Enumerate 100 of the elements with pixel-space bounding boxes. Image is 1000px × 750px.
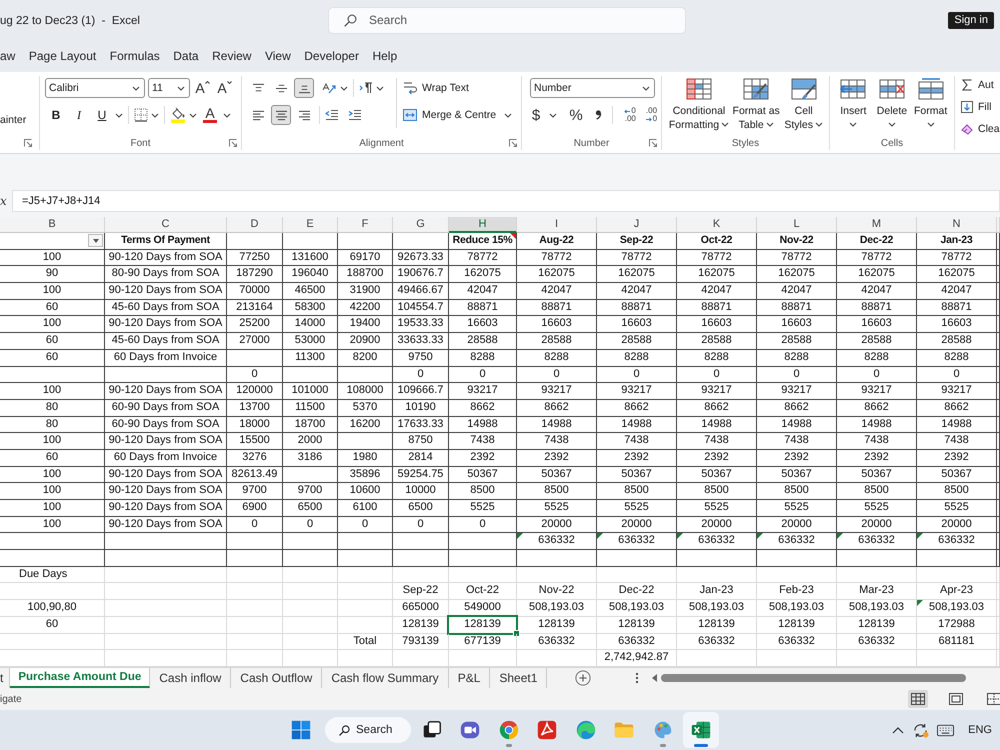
dialog-launcher-icon[interactable] <box>229 139 237 147</box>
autosum-button[interactable]: Aut <box>961 76 1000 94</box>
percent-button[interactable]: % <box>566 105 586 125</box>
filter-button[interactable] <box>88 234 103 247</box>
font-name-dropdown[interactable]: Calibri <box>45 78 145 98</box>
dialog-launcher-icon[interactable] <box>509 139 517 147</box>
borders-icon[interactable] <box>134 108 148 122</box>
menu-tab[interactable]: aw <box>0 49 16 63</box>
sync-icon[interactable] <box>912 722 930 738</box>
column-header[interactable]: J <box>597 217 677 233</box>
group-label: Cells <box>880 138 904 149</box>
chevron-down-icon[interactable] <box>549 112 557 118</box>
table-cell: 100 <box>0 433 105 450</box>
horizontal-scrollbar[interactable] <box>661 674 966 682</box>
search-field[interactable]: Search <box>328 6 686 34</box>
scroll-left-arrow-icon[interactable] <box>652 674 658 682</box>
chevron-down-icon[interactable] <box>151 112 159 118</box>
keyboard-icon[interactable] <box>937 722 954 738</box>
table-cell <box>227 600 283 617</box>
column-header[interactable]: K <box>677 217 757 233</box>
text-direction-icon[interactable] <box>359 81 373 95</box>
page-break-icon <box>987 693 1000 705</box>
chevron-down-icon[interactable] <box>340 86 348 90</box>
chevron-down-icon[interactable] <box>376 86 384 90</box>
column-header[interactable]: F <box>338 217 393 233</box>
chevron-down-icon[interactable] <box>223 112 231 118</box>
fill-handle-icon[interactable] <box>513 630 520 636</box>
menu-tab[interactable]: Formulas <box>110 49 160 63</box>
insert-button[interactable]: Insert <box>834 78 872 126</box>
decrease-font-size-button[interactable]: A <box>215 78 234 98</box>
decrease-indent-icon[interactable] <box>325 108 339 122</box>
currency-button[interactable]: $ <box>526 105 546 125</box>
column-header[interactable]: H <box>449 217 517 233</box>
table-cell: 78772 <box>837 250 917 266</box>
format-button[interactable]: Format <box>912 78 950 126</box>
cell-styles-button[interactable]: Cell Styles <box>782 78 825 132</box>
font-size-dropdown[interactable]: 11 <box>148 78 190 98</box>
column-header[interactable]: N <box>917 217 997 233</box>
merge-and-centre-button[interactable]: Merge & Centre <box>403 105 496 125</box>
menu-tab[interactable]: View <box>264 49 291 63</box>
underline-button[interactable]: U <box>92 105 112 125</box>
column-header[interactable]: E <box>283 217 338 233</box>
format-as-table-button[interactable]: Format as Table <box>732 78 780 132</box>
delete-button[interactable]: Delete <box>872 78 911 126</box>
number-format-dropdown[interactable]: Number <box>530 78 655 98</box>
spreadsheet-icon <box>690 719 712 741</box>
table-cell: 8500 <box>837 483 917 500</box>
increase-decimal-button[interactable]: 0 .00 <box>620 107 636 123</box>
table-cell: 17633.33 <box>393 416 449 434</box>
comma-style-icon[interactable] <box>595 109 602 121</box>
taskbar-search-button[interactable]: Search <box>325 717 411 743</box>
page-layout-view-button[interactable] <box>946 690 966 708</box>
language-indicator[interactable]: ENG <box>968 724 992 736</box>
table-cell: 58300 <box>283 300 338 316</box>
align-bottom-button[interactable] <box>294 78 314 98</box>
table-cell: 0 <box>517 366 597 384</box>
column-header[interactable]: D <box>227 217 283 233</box>
table-cell: 78772 <box>917 250 997 266</box>
fill-button[interactable]: Fill <box>961 98 1000 116</box>
chevron-down-icon[interactable] <box>115 112 123 118</box>
menu-tab[interactable]: Developer <box>304 49 359 63</box>
decrease-decimal-button[interactable]: .00 0 <box>642 107 658 123</box>
menu-tab[interactable]: Review <box>212 49 252 63</box>
column-header[interactable]: L <box>757 217 837 233</box>
italic-button[interactable]: I <box>69 105 89 125</box>
sign-in-button[interactable]: Sign in <box>948 12 994 28</box>
menu-tab[interactable]: Page Layout <box>28 49 96 63</box>
paint-bucket-icon[interactable] <box>170 107 186 123</box>
formula-bar-field[interactable]: =J5+J7+J8+J14 <box>12 190 1000 212</box>
increase-indent-icon[interactable] <box>348 108 362 122</box>
menu-tab[interactable]: Data <box>173 49 199 63</box>
menu-tab[interactable]: Help <box>372 49 398 63</box>
page-break-view-button[interactable] <box>984 690 1000 708</box>
increase-font-size-button[interactable]: A <box>193 78 212 98</box>
format-painter-button[interactable]: ainter <box>0 110 26 130</box>
table-cell: 28588 <box>449 333 517 350</box>
table-cell: 3276 <box>227 450 283 467</box>
align-center-button[interactable] <box>271 105 291 125</box>
dialog-launcher-icon[interactable] <box>649 139 657 147</box>
chevron-up-icon[interactable] <box>892 726 904 734</box>
column-header[interactable]: B <box>0 217 105 233</box>
bold-button[interactable]: B <box>46 105 66 125</box>
column-header[interactable]: C <box>105 217 227 233</box>
column-header[interactable]: M <box>837 217 917 233</box>
sheet-tab[interactable]: Purchase Amount Due <box>10 668 150 688</box>
table-cell: 59254.75 <box>393 466 449 484</box>
more-options-icon[interactable] <box>635 672 640 684</box>
column-header[interactable]: G <box>393 217 449 233</box>
dialog-launcher-icon[interactable] <box>24 139 32 147</box>
table-cell: 508,193.03 <box>517 600 597 617</box>
chevron-down-icon[interactable] <box>504 112 512 118</box>
column-header[interactable]: I <box>517 217 597 233</box>
clear-button[interactable]: Clea <box>961 120 1000 138</box>
table-cell: 90-120 Days from SOA <box>105 433 227 450</box>
conditional-formatting-button[interactable]: Conditional Formatting <box>668 78 730 132</box>
font-color-button[interactable]: A <box>200 105 220 125</box>
wrap-text-button[interactable]: Wrap Text <box>403 78 512 98</box>
normal-view-button[interactable] <box>908 690 928 708</box>
add-sheet-icon[interactable] <box>575 670 592 686</box>
chevron-down-icon[interactable] <box>189 112 197 118</box>
